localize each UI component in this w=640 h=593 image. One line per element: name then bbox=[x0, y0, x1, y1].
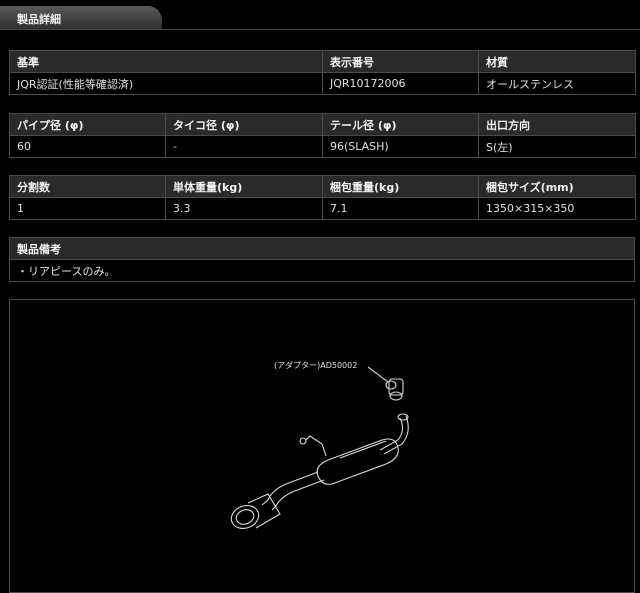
header-material: 材質 bbox=[478, 50, 636, 73]
table-header-row: 基準 表示番号 材質 bbox=[9, 50, 636, 73]
value-unit-weight: 3.3 bbox=[165, 197, 323, 220]
header-package-size: 梱包サイズ(mm) bbox=[478, 175, 636, 198]
value-product-notes: ・リアピースのみ。 bbox=[9, 259, 635, 282]
header-display-number: 表示番号 bbox=[322, 50, 479, 73]
value-silencer-diameter: - bbox=[165, 135, 323, 158]
table-row: 60 - 96(SLASH) S(左) bbox=[9, 135, 636, 158]
hanger bbox=[305, 435, 327, 457]
adapter-clamp-icon bbox=[385, 380, 397, 390]
section-title: 製品詳細 bbox=[17, 13, 61, 26]
tail-cutter bbox=[247, 493, 281, 529]
value-standard: JQR認証(性能等確認済) bbox=[9, 72, 323, 95]
header-exit-direction: 出口方向 bbox=[478, 113, 636, 136]
section-divider bbox=[0, 29, 640, 30]
section-tab: 製品詳細 bbox=[0, 6, 162, 30]
header-product-notes: 製品備考 bbox=[9, 237, 635, 260]
value-package-size: 1350×315×350 bbox=[478, 197, 636, 220]
spec-table-dimensions: パイプ径 (φ) タイコ径 (φ) テール径 (φ) 出口方向 60 - 96(… bbox=[9, 113, 636, 158]
header-tail-diameter: テール径 (φ) bbox=[322, 113, 479, 136]
spec-table-standard: 基準 表示番号 材質 JQR認証(性能等確認済) JQR10172006 オール… bbox=[9, 50, 636, 95]
value-pipe-diameter: 60 bbox=[9, 135, 166, 158]
table-row: JQR認証(性能等確認済) JQR10172006 オールステンレス bbox=[9, 72, 636, 95]
value-package-weight: 7.1 bbox=[322, 197, 479, 220]
header-pipe-diameter: パイプ径 (φ) bbox=[9, 113, 166, 136]
spec-table-weight: 分割数 単体重量(kg) 梱包重量(kg) 梱包サイズ(mm) 1 3.3 7.… bbox=[9, 175, 636, 220]
header-package-weight: 梱包重量(kg) bbox=[322, 175, 479, 198]
product-diagram: (アダプター)AD50002 bbox=[9, 299, 635, 593]
adapter-label: (アダプター)AD50002 bbox=[274, 360, 357, 370]
table-header-row: 分割数 単体重量(kg) 梱包重量(kg) 梱包サイズ(mm) bbox=[9, 175, 636, 198]
value-display-number: JQR10172006 bbox=[322, 72, 479, 95]
adapter-leader-line bbox=[367, 366, 389, 383]
header-unit-weight: 単体重量(kg) bbox=[165, 175, 323, 198]
table-header-row: パイプ径 (φ) タイコ径 (φ) テール径 (φ) 出口方向 bbox=[9, 113, 636, 136]
value-tail-diameter: 96(SLASH) bbox=[322, 135, 479, 158]
value-pieces: 1 bbox=[9, 197, 166, 220]
header-pieces: 分割数 bbox=[9, 175, 166, 198]
tail-pipe bbox=[261, 471, 319, 506]
table-row: ・リアピースのみ。 bbox=[9, 259, 635, 282]
table-header-row: 製品備考 bbox=[9, 237, 635, 260]
header-silencer-diameter: タイコ径 (φ) bbox=[165, 113, 323, 136]
spec-table-notes: 製品備考 ・リアピースのみ。 bbox=[9, 237, 635, 282]
table-row: 1 3.3 7.1 1350×315×350 bbox=[9, 197, 636, 220]
value-exit-direction: S(左) bbox=[478, 135, 636, 158]
muffler-drawing: (アダプター)AD50002 bbox=[230, 360, 409, 529]
value-material: オールステンレス bbox=[478, 72, 636, 95]
header-standard: 基準 bbox=[9, 50, 323, 73]
